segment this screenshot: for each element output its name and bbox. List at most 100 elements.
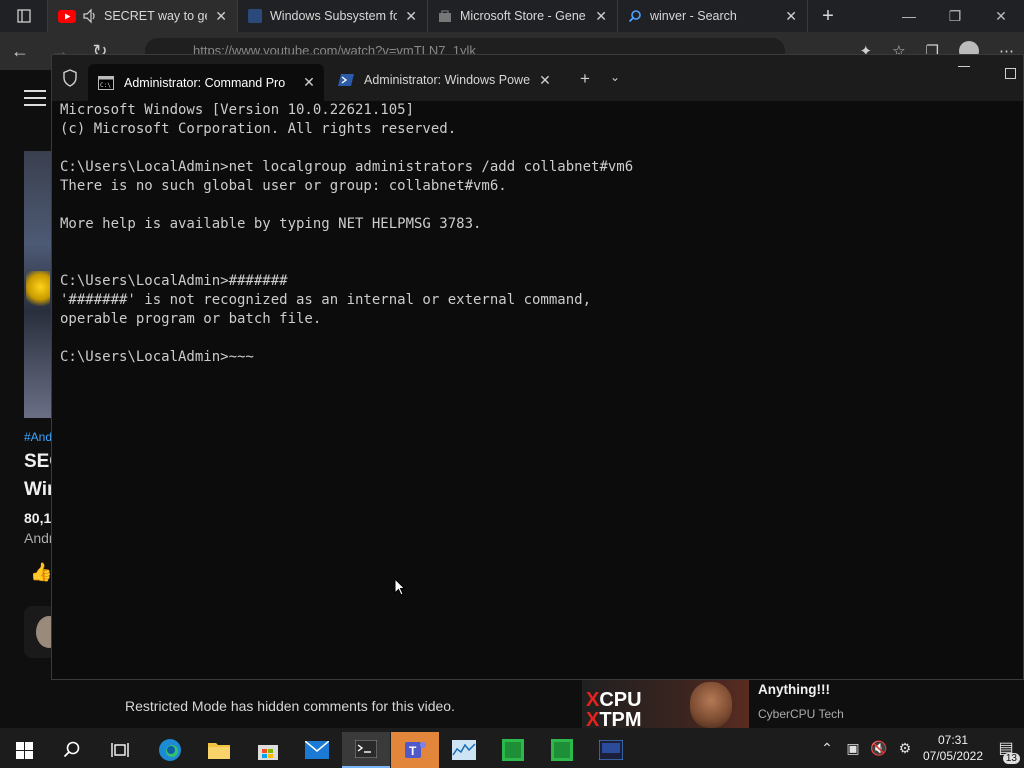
- taskbar-app-green-2[interactable]: [538, 732, 586, 768]
- store-icon: [258, 745, 278, 760]
- close-icon[interactable]: ✕: [595, 8, 607, 25]
- browser-tab-youtube[interactable]: SECRET way to get ✕: [48, 0, 238, 32]
- tab-actions-button[interactable]: [0, 0, 48, 32]
- green-app-icon: [551, 739, 573, 761]
- chevron-up-icon[interactable]: ⌃: [814, 740, 840, 757]
- task-view-icon: [111, 743, 129, 757]
- terminal-output[interactable]: Microsoft Windows [Version 10.0.22621.10…: [60, 101, 1010, 367]
- back-button[interactable]: ←: [0, 32, 40, 70]
- recommended-video-thumbnail[interactable]: XCPU XTPM: [582, 680, 749, 730]
- new-tab-button[interactable]: +: [808, 0, 848, 32]
- mouse-cursor-icon: [394, 578, 405, 596]
- network-icon[interactable]: ▣: [840, 740, 866, 757]
- close-window-icon[interactable]: ✕: [978, 0, 1024, 32]
- command-prompt-icon: C:\: [98, 75, 114, 90]
- maximize-icon[interactable]: [1005, 68, 1016, 79]
- clock[interactable]: 07:31 07/05/2022: [918, 732, 988, 764]
- browser-tab-label: Microsoft Store - Gene: [460, 9, 586, 23]
- system-tray: ⌃ ▣ 🔇 ⚙ 07:31 07/05/2022 ▤ 13: [814, 728, 1024, 768]
- folder-icon: [208, 743, 230, 759]
- video-view-count: 80,1: [24, 510, 52, 526]
- like-icon[interactable]: 👍: [30, 562, 52, 584]
- shield-icon: [63, 69, 77, 87]
- powershell-icon: [338, 74, 354, 86]
- search-icon: [63, 741, 80, 758]
- browser-tab-wsl[interactable]: Windows Subsystem fo ✕: [238, 0, 428, 32]
- taskbar-mail[interactable]: [293, 732, 341, 768]
- close-icon[interactable]: ✕: [294, 74, 324, 91]
- speaker-icon[interactable]: [82, 8, 98, 24]
- taskbar-store[interactable]: [244, 732, 292, 768]
- volume-muted-icon[interactable]: 🔇: [866, 740, 892, 757]
- desktop-screen: SECRET way to get ✕ Windows Subsystem fo…: [0, 0, 1024, 768]
- screen-app-icon: [599, 740, 623, 760]
- terminal-icon: [355, 740, 377, 758]
- minimize-icon[interactable]: [958, 66, 970, 67]
- restricted-mode-notice: Restricted Mode has hidden comments for …: [125, 698, 455, 714]
- svg-text:C:\: C:\: [100, 82, 111, 89]
- terminal-window: C:\ Administrator: Command Pro ✕ Adminis…: [51, 54, 1024, 680]
- recommended-video-channel[interactable]: CyberCPU Tech: [758, 707, 844, 721]
- terminal-tab-label: Administrator: Command Pro: [124, 75, 286, 90]
- teams-letter: T: [409, 744, 417, 758]
- thumbnail-text-cpu: XCPU: [586, 690, 642, 710]
- terminal-dropdown-button[interactable]: ⌄: [610, 70, 620, 84]
- windows-subsystem-icon: [248, 9, 262, 23]
- task-view-button[interactable]: [96, 732, 144, 768]
- taskbar-terminal[interactable]: [342, 732, 390, 768]
- x-mark: X: [586, 689, 600, 711]
- store-icon: [439, 10, 451, 22]
- close-icon[interactable]: ✕: [215, 8, 227, 25]
- minimize-icon[interactable]: —: [886, 0, 932, 32]
- notification-button[interactable]: ▤ 13: [988, 738, 1024, 764]
- taskbar-resource-monitor[interactable]: [440, 732, 488, 768]
- edge-icon: [159, 739, 181, 761]
- close-icon[interactable]: ✕: [405, 8, 417, 25]
- notification-count-badge: 13: [1002, 753, 1020, 764]
- teams-icon: T: [405, 742, 426, 758]
- search-button[interactable]: [48, 732, 96, 768]
- browser-window-controls: — ❐ ✕: [886, 0, 1024, 32]
- clock-date: 07/05/2022: [922, 749, 984, 763]
- video-player[interactable]: [24, 151, 52, 418]
- start-button[interactable]: [0, 732, 48, 768]
- restore-icon[interactable]: ❐: [932, 0, 978, 32]
- hamburger-menu-icon[interactable]: [24, 90, 46, 111]
- browser-tab-store[interactable]: Microsoft Store - Gene ✕: [428, 0, 618, 32]
- back-arrow-icon: ←: [11, 40, 29, 61]
- close-icon[interactable]: ✕: [785, 8, 797, 25]
- search-icon: [628, 10, 641, 23]
- browser-tab-strip: SECRET way to get ✕ Windows Subsystem fo…: [0, 0, 1024, 32]
- terminal-tab-bar: C:\ Administrator: Command Pro ✕ Adminis…: [52, 55, 1023, 101]
- x-mark: X: [586, 709, 600, 730]
- thumbnail-text: TPM: [599, 709, 642, 730]
- presenter-face-graphic: [690, 682, 732, 728]
- video-channel-name[interactable]: Andr: [24, 530, 54, 546]
- terminal-tab-powershell[interactable]: Administrator: Windows Power ✕: [328, 64, 560, 96]
- windows-logo-icon: [15, 741, 33, 759]
- terminal-tab-label: Administrator: Windows Power: [364, 73, 530, 87]
- browser-tab-label: winver - Search: [650, 9, 737, 23]
- browser-tab-label: Windows Subsystem fo: [270, 9, 398, 23]
- close-icon[interactable]: ✕: [530, 72, 560, 89]
- gear-icon[interactable]: ⚙: [892, 740, 918, 757]
- browser-tab-label: SECRET way to get: [104, 9, 208, 23]
- mail-icon: [305, 741, 329, 759]
- taskbar-file-explorer[interactable]: [195, 732, 243, 768]
- thumbnail-text: CPU: [599, 689, 642, 711]
- terminal-tab-command-prompt[interactable]: C:\ Administrator: Command Pro ✕: [88, 64, 324, 101]
- green-app-icon: [502, 739, 524, 761]
- clock-time: 07:31: [937, 733, 969, 747]
- recommended-video-title[interactable]: Anything!!!: [758, 682, 830, 697]
- taskbar-teams[interactable]: T: [391, 732, 439, 768]
- browser-tab-search[interactable]: winver - Search ✕: [618, 0, 808, 32]
- new-terminal-tab-button[interactable]: +: [580, 69, 590, 89]
- monitor-graph-icon: [452, 740, 476, 760]
- tab-actions-icon: [16, 9, 31, 23]
- taskbar: T ⌃ ▣ 🔇 ⚙ 07:31 07/05/2022 ▤ 13: [0, 728, 1024, 768]
- taskbar-edge[interactable]: [146, 732, 194, 768]
- taskbar-app-green-1[interactable]: [489, 732, 537, 768]
- youtube-icon: [58, 9, 76, 23]
- thumbnail-text-tpm: XTPM: [586, 710, 642, 730]
- taskbar-app-screenshot[interactable]: [587, 732, 635, 768]
